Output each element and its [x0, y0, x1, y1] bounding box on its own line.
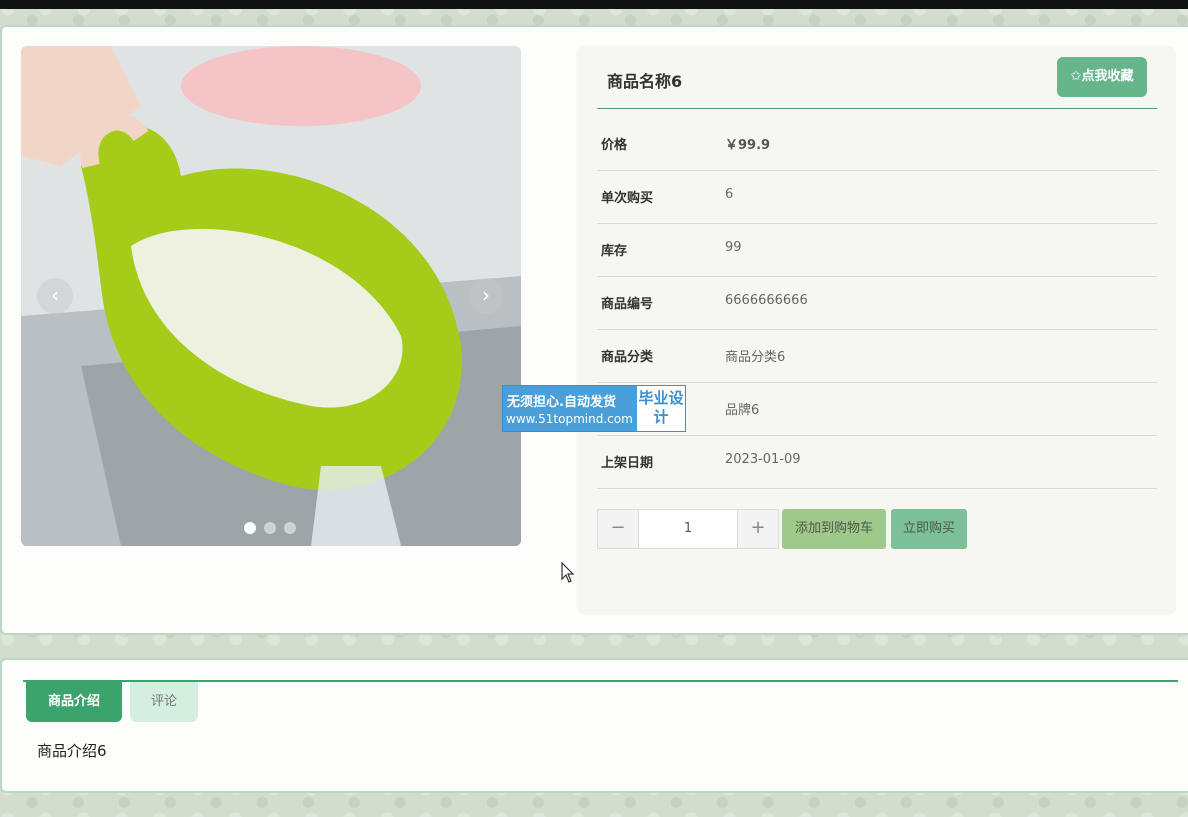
- buy-now-button[interactable]: 立即购买: [891, 509, 967, 549]
- field-value: ￥99.9: [725, 138, 771, 153]
- favorite-button[interactable]: ✩点我收藏: [1057, 57, 1147, 97]
- field-value: 99: [725, 240, 742, 255]
- quantity-stepper: − 1 +: [597, 509, 779, 549]
- product-image: [21, 46, 521, 546]
- top-bar: [0, 0, 1188, 9]
- field-label: 单次购买: [601, 191, 654, 206]
- watermark-text: 无须担心.自动发货 www.51topmind.com: [503, 386, 637, 431]
- field-value: 品牌6: [725, 403, 760, 418]
- product-info-panel: 商品名称6 ✩点我收藏 价格 ￥99.9 单次购买 6 库存 99 商品编号 6…: [577, 46, 1176, 615]
- field-row-date: 上架日期 2023-01-09: [597, 435, 1157, 489]
- product-title: 商品名称6: [607, 72, 683, 91]
- carousel-next-button[interactable]: ›: [468, 278, 504, 314]
- watermark-side: 毕业设计: [638, 389, 684, 426]
- field-value: 6: [725, 187, 734, 202]
- quantity-input[interactable]: 1: [639, 509, 737, 549]
- carousel-indicators: [244, 522, 296, 534]
- field-label: 上架日期: [601, 456, 654, 471]
- mouse-cursor-icon: [561, 562, 575, 583]
- add-to-cart-button[interactable]: 添加到购物车: [782, 509, 886, 549]
- field-label: 商品分类: [601, 350, 654, 365]
- tab-description[interactable]: 商品介绍: [26, 682, 122, 722]
- tab-comments[interactable]: 评论: [130, 682, 198, 722]
- carousel-dot[interactable]: [264, 522, 276, 534]
- quantity-decrease-button[interactable]: −: [597, 509, 639, 549]
- carousel-prev-button[interactable]: ‹: [37, 278, 73, 314]
- carousel-dot[interactable]: [284, 522, 296, 534]
- field-row-price: 价格 ￥99.9: [597, 117, 1157, 171]
- detail-card: 商品介绍 评论 商品介绍6: [0, 658, 1188, 793]
- quantity-increase-button[interactable]: +: [737, 509, 779, 549]
- field-value: 2023-01-09: [725, 452, 801, 467]
- watermark-line1: 无须担心.自动发货: [507, 395, 616, 410]
- field-label: 库存: [601, 244, 628, 259]
- product-description: 商品介绍6: [37, 742, 107, 760]
- field-value: 商品分类6: [725, 350, 786, 365]
- carousel-dot[interactable]: [244, 522, 256, 534]
- field-row-category: 商品分类 商品分类6: [597, 329, 1157, 383]
- watermark-line2: www.51topmind.com: [506, 412, 633, 426]
- field-label: 商品编号: [601, 297, 654, 312]
- title-row: 商品名称6 ✩点我收藏: [597, 56, 1157, 109]
- product-image-carousel[interactable]: ‹ ›: [21, 46, 521, 546]
- field-row-stock: 库存 99: [597, 223, 1157, 277]
- watermark: 无须担心.自动发货 www.51topmind.com 毕业设计: [502, 385, 686, 432]
- field-value: 6666666666: [725, 293, 808, 308]
- field-label: 价格: [601, 138, 628, 153]
- field-row-sku: 商品编号 6666666666: [597, 276, 1157, 330]
- field-row-limit: 单次购买 6: [597, 170, 1157, 224]
